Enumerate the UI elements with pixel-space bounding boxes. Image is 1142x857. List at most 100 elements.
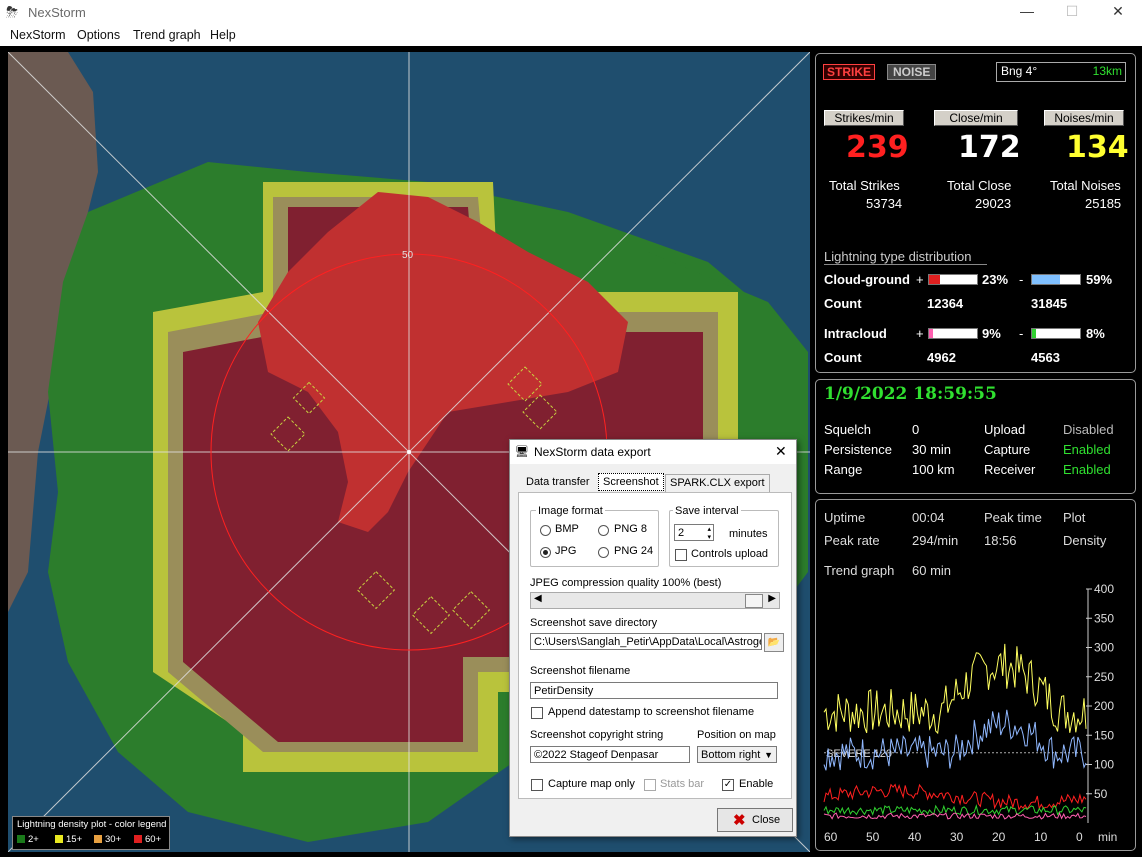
trend-ic-positive-line [823, 811, 1087, 820]
close-button-label: Close [752, 814, 781, 826]
image-format-group [530, 510, 659, 567]
copyright-input[interactable]: ©2022 Stageof Denpasar [530, 746, 690, 763]
y-tick-label: 200 [1094, 699, 1114, 713]
close-x-icon: ✖ [733, 812, 746, 829]
x-tick-label: 30 [950, 830, 964, 844]
legend-title: Lightning density plot - color legend [17, 819, 167, 830]
filename-input[interactable]: PetirDensity [530, 682, 778, 699]
bearing-box: Bng 4° 13km [996, 62, 1126, 82]
tab-data-transfer[interactable]: Data transfer [522, 474, 594, 492]
chevron-down-icon[interactable]: ▼ [764, 747, 773, 762]
upload-value: Disabled [1063, 422, 1114, 437]
minutes-label: minutes [729, 528, 768, 540]
jpg-radio[interactable] [540, 547, 551, 558]
save-interval-label: Save interval [673, 505, 741, 517]
peak-rate-value: 294/min [912, 533, 959, 548]
menu-options[interactable]: Options [77, 28, 120, 42]
position-value: Bottom right [701, 749, 761, 761]
app-logo-icon: ⛈ [6, 4, 19, 21]
stats-bar-checkbox[interactable] [644, 779, 656, 791]
trend-panel: Uptime 00:04 Peak time Plot Peak rate 29… [815, 499, 1136, 851]
spin-down-icon[interactable]: ▾ [707, 529, 711, 540]
image-format-label: Image format [536, 505, 605, 517]
slider-thumb[interactable] [745, 594, 763, 608]
stats-bar-label: Stats bar [660, 778, 705, 790]
dialog-close-icon[interactable]: ✕ [775, 443, 787, 460]
bearing-value: Bng 4° [1001, 64, 1038, 78]
x-tick-label: 20 [992, 830, 1006, 844]
range-ring-label: 50 [402, 250, 414, 261]
uptime-value: 00:04 [912, 510, 945, 525]
cg-negative-count: 31845 [1031, 296, 1068, 311]
close-window-button[interactable]: ✕ [1103, 3, 1133, 20]
bmp-radio[interactable] [540, 525, 551, 536]
upload-label: Upload [984, 422, 1026, 437]
x-tick-label: 50 [866, 830, 880, 844]
menu-help[interactable]: Help [210, 28, 236, 42]
cg-count-label: Count [824, 296, 862, 311]
capture-map-only-checkbox[interactable] [531, 779, 543, 791]
position-select[interactable]: Bottom right ▼ [697, 746, 777, 763]
noises-per-min-label: Noises/min [1044, 110, 1124, 126]
jpeg-quality-slider[interactable]: ◀ ▶ [530, 592, 780, 609]
total-close-value: 29023 [975, 196, 1012, 211]
cg-label: Cloud-ground [824, 272, 910, 287]
x-tick-label: 0 [1076, 830, 1083, 844]
trend-graph-label: Trend graph [824, 563, 895, 578]
x-unit-label: min [1098, 830, 1117, 844]
copyright-value: ©2022 Stageof Denpasar [534, 749, 659, 761]
receiver-value: Enabled [1063, 462, 1111, 477]
y-tick-label: 150 [1094, 728, 1114, 742]
y-tick-label: 300 [1094, 641, 1114, 655]
ic-positive-count: 4962 [927, 350, 956, 365]
persistence-label: Persistence [824, 442, 892, 457]
dir-value: C:\Users\Sanglah_Petir\AppData\Local\Ast… [534, 636, 762, 648]
browse-folder-icon[interactable]: 📂 [764, 633, 784, 652]
total-strikes-label: Total Strikes [829, 178, 900, 193]
trend-close-line [823, 783, 1087, 811]
x-tick-label: 10 [1034, 830, 1048, 844]
dir-input[interactable]: C:\Users\Sanglah_Petir\AppData\Local\Ast… [530, 633, 762, 650]
y-tick-label: 350 [1094, 611, 1114, 625]
legend-swatch [55, 835, 63, 843]
scroll-left-icon[interactable]: ◀ [534, 593, 542, 604]
total-close-label: Total Close [947, 178, 1012, 193]
enable-label: Enable [739, 778, 774, 790]
ic-positive-pct: 9% [982, 326, 1001, 341]
distance-value: 13km [1092, 64, 1122, 78]
range-value: 100 km [912, 462, 955, 477]
maximize-button[interactable]: ☐ [1057, 3, 1087, 20]
append-datestamp-checkbox[interactable] [531, 707, 543, 719]
trend-graph-range: 60 min [912, 563, 952, 578]
y-tick-label: 100 [1094, 758, 1114, 772]
plot-label: Plot [1063, 510, 1086, 525]
interval-spinner[interactable]: 2 ▴ ▾ [674, 524, 714, 541]
position-label: Position on map [697, 729, 776, 741]
legend-swatch [17, 835, 25, 843]
squelch-value: 0 [912, 422, 920, 437]
menu-nexstorm[interactable]: NexStorm [10, 28, 66, 42]
tab-spark-clx-export[interactable]: SPARK.CLX export [665, 474, 770, 492]
legend-label: 2+ [28, 834, 39, 845]
close-per-min-value: 172 [958, 130, 1021, 165]
minimize-button[interactable]: — [1012, 3, 1042, 19]
copyright-label: Screenshot copyright string [530, 729, 664, 741]
cg-positive-bar [928, 274, 978, 285]
ic-minus-sign: - [1019, 326, 1024, 341]
menu-trend-graph[interactable]: Trend graph [133, 28, 201, 42]
persistence-value: 30 min [912, 442, 952, 457]
tab-screenshot[interactable]: Screenshot [598, 473, 664, 491]
png24-radio[interactable] [598, 547, 609, 558]
enable-checkbox[interactable]: ✓ [722, 779, 734, 791]
uptime-label: Uptime [824, 510, 866, 525]
scroll-right-icon[interactable]: ▶ [768, 593, 776, 604]
legend-item: 60+ [134, 834, 161, 845]
noises-per-min-value: 134 [1066, 130, 1129, 165]
controls-upload-checkbox[interactable] [675, 549, 687, 561]
strikes-per-min-label: Strikes/min [824, 110, 904, 126]
dialog-title: NexStorm data export [534, 445, 651, 459]
filename-label: Screenshot filename [530, 665, 631, 677]
close-button[interactable]: ✖ Close [717, 808, 793, 832]
filename-value: PetirDensity [534, 685, 594, 697]
png8-radio[interactable] [598, 525, 609, 536]
